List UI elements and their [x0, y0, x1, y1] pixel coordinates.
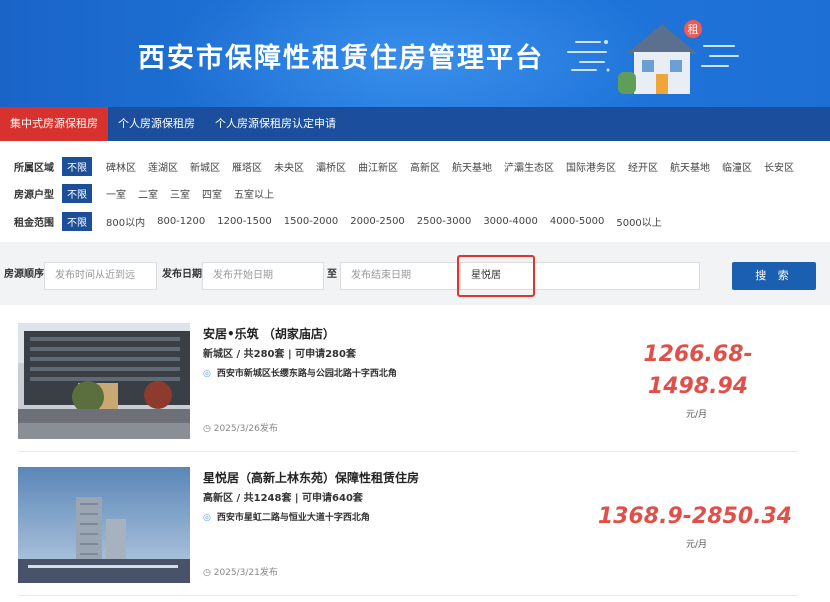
header-banner: 西安市保障性租赁住房管理平台 租: [0, 0, 830, 107]
list-item[interactable]: 星悦居（高新上林东苑）保障性租赁住房 高新区 / 共1248套 | 可申请640…: [18, 467, 798, 585]
filter-panel: 所属区域 不限 碑林区 莲湖区 新城区 雁塔区 未央区 灞桥区 曲江新区 高新区…: [0, 141, 830, 242]
filter-label: 租金范围: [14, 217, 54, 229]
location-pin-icon: ◎: [203, 513, 211, 523]
filter-label: 所属区域: [14, 162, 54, 174]
date-text: 2025/3/26发布: [213, 424, 278, 434]
filter-option[interactable]: 航天基地: [670, 159, 710, 174]
search-button[interactable]: 搜 索: [732, 262, 816, 290]
address-text: 西安市星虹二路与恒业大道十字西北角: [216, 513, 370, 523]
tab-personal-application[interactable]: 个人房源保租房认定申请: [205, 107, 346, 141]
listing-name[interactable]: 星悦居（高新上林东苑）保障性租赁住房: [203, 469, 419, 486]
filter-option[interactable]: 五室以上: [234, 186, 274, 201]
decorative-lines-icon: [567, 40, 610, 72]
filter-row-area: 所属区域 不限 碑林区 莲湖区 新城区 雁塔区 未央区 灞桥区 曲江新区 高新区…: [14, 156, 806, 176]
date-label: 发布日期: [162, 269, 202, 280]
filter-label: 房源户型: [14, 189, 54, 201]
price-range: 1368.9-2850.34: [592, 501, 798, 533]
filter-option[interactable]: 3000-4000: [483, 216, 538, 227]
listing-meta: 新城区 / 共280套 | 可申请280套: [203, 349, 356, 360]
rent-badge: 租: [688, 23, 699, 36]
filter-option[interactable]: 1200-1500: [217, 216, 272, 227]
address-text: 西安市新城区长缨东路与公园北路十字西北角: [216, 369, 397, 379]
price-line: 1368.9-2850.34: [597, 504, 793, 529]
filter-option[interactable]: 不限: [62, 211, 92, 231]
filter-option[interactable]: 临潼区: [722, 159, 752, 174]
date-text: 2025/3/21发布: [213, 568, 278, 578]
highlight-box: [457, 255, 535, 297]
filter-option[interactable]: 不限: [62, 156, 92, 176]
page-title: 西安市保障性租赁住房管理平台: [138, 43, 544, 74]
listing-date: ◷ 2025/3/21发布: [203, 565, 278, 578]
tab-centralized[interactable]: 集中式房源保租房: [0, 107, 108, 141]
listing-panel: 安居•乐筑 （胡家庙店） 新城区 / 共280套 | 可申请280套 ◎ 西安市新…: [0, 305, 830, 602]
filter-option[interactable]: 1500-2000: [284, 216, 339, 227]
price-line: 1266.68-: [643, 342, 753, 367]
filter-row-type: 房源户型 不限 一室 二室 三室 四室 五室以上: [14, 183, 286, 203]
filter-option[interactable]: 航天基地: [452, 159, 492, 174]
listing-name[interactable]: 安居•乐筑 （胡家庙店）: [203, 325, 335, 342]
filter-row-rent: 租金范围 不限 800以内 800-1200 1200-1500 1500-20…: [14, 211, 674, 231]
divider: [18, 595, 798, 596]
filter-option[interactable]: 浐灞生态区: [504, 159, 554, 174]
filter-option[interactable]: 一室: [106, 186, 126, 201]
listing-meta: 高新区 / 共1248套 | 可申请640套: [203, 493, 363, 504]
filter-option[interactable]: 三室: [170, 186, 190, 201]
price-unit: 元/月: [686, 540, 708, 550]
to-label: 至: [327, 269, 337, 280]
search-bar: 房源顺序 发布时间从近到远 发布日期 发布开始日期 至 发布结束日期 星悦居 搜…: [0, 253, 830, 297]
start-date-input[interactable]: 发布开始日期: [202, 262, 324, 290]
filter-option[interactable]: 新城区: [190, 159, 220, 174]
filter-option[interactable]: 曲江新区: [358, 159, 398, 174]
end-date-input[interactable]: 发布结束日期: [340, 262, 460, 290]
filter-option[interactable]: 二室: [138, 186, 158, 201]
category-tabs: 集中式房源保租房 个人房源保租房 个人房源保租房认定申请: [0, 107, 830, 141]
filter-option[interactable]: 800以内: [106, 214, 145, 229]
price-unit: 元/月: [686, 410, 708, 420]
filter-option[interactable]: 碑林区: [106, 159, 136, 174]
clock-icon: ◷: [203, 424, 214, 434]
filter-option[interactable]: 雁塔区: [232, 159, 262, 174]
order-label: 房源顺序: [4, 269, 44, 280]
filter-option[interactable]: 2000-2500: [350, 216, 405, 227]
filter-option[interactable]: 2500-3000: [417, 216, 472, 227]
listing-address: ◎ 西安市新城区长缨东路与公园北路十字西北角: [203, 366, 397, 379]
filter-option[interactable]: 不限: [62, 183, 92, 203]
location-pin-icon: ◎: [203, 369, 211, 379]
clock-icon: ◷: [203, 568, 214, 578]
filter-option[interactable]: 5000以上: [616, 214, 661, 229]
price-line: 1498.94: [647, 374, 749, 399]
decorative-lines-icon: [701, 45, 739, 67]
filter-option[interactable]: 4000-5000: [550, 216, 605, 227]
filter-option[interactable]: 国际港务区: [566, 159, 616, 174]
filter-option[interactable]: 高新区: [410, 159, 440, 174]
filter-option[interactable]: 经开区: [628, 159, 658, 174]
listing-address: ◎ 西安市星虹二路与恒业大道十字西北角: [203, 510, 370, 523]
filter-option[interactable]: 未央区: [274, 159, 304, 174]
filter-option[interactable]: 四室: [202, 186, 222, 201]
list-item[interactable]: 安居•乐筑 （胡家庙店） 新城区 / 共280套 | 可申请280套 ◎ 西安市新…: [18, 323, 798, 445]
filter-option[interactable]: 灞桥区: [316, 159, 346, 174]
divider: [18, 451, 798, 452]
order-select[interactable]: 发布时间从近到远: [44, 262, 157, 290]
filter-option[interactable]: 莲湖区: [148, 159, 178, 174]
listing-date: ◷ 2025/3/26发布: [203, 421, 278, 434]
filter-option[interactable]: 800-1200: [157, 216, 205, 227]
house-icon: 租: [618, 20, 702, 94]
tab-personal[interactable]: 个人房源保租房: [108, 107, 205, 141]
filter-option[interactable]: 长安区: [764, 159, 794, 174]
property-photo[interactable]: [18, 323, 190, 439]
property-photo[interactable]: [18, 467, 190, 583]
price-range: 1266.68- 1498.94: [618, 339, 778, 403]
